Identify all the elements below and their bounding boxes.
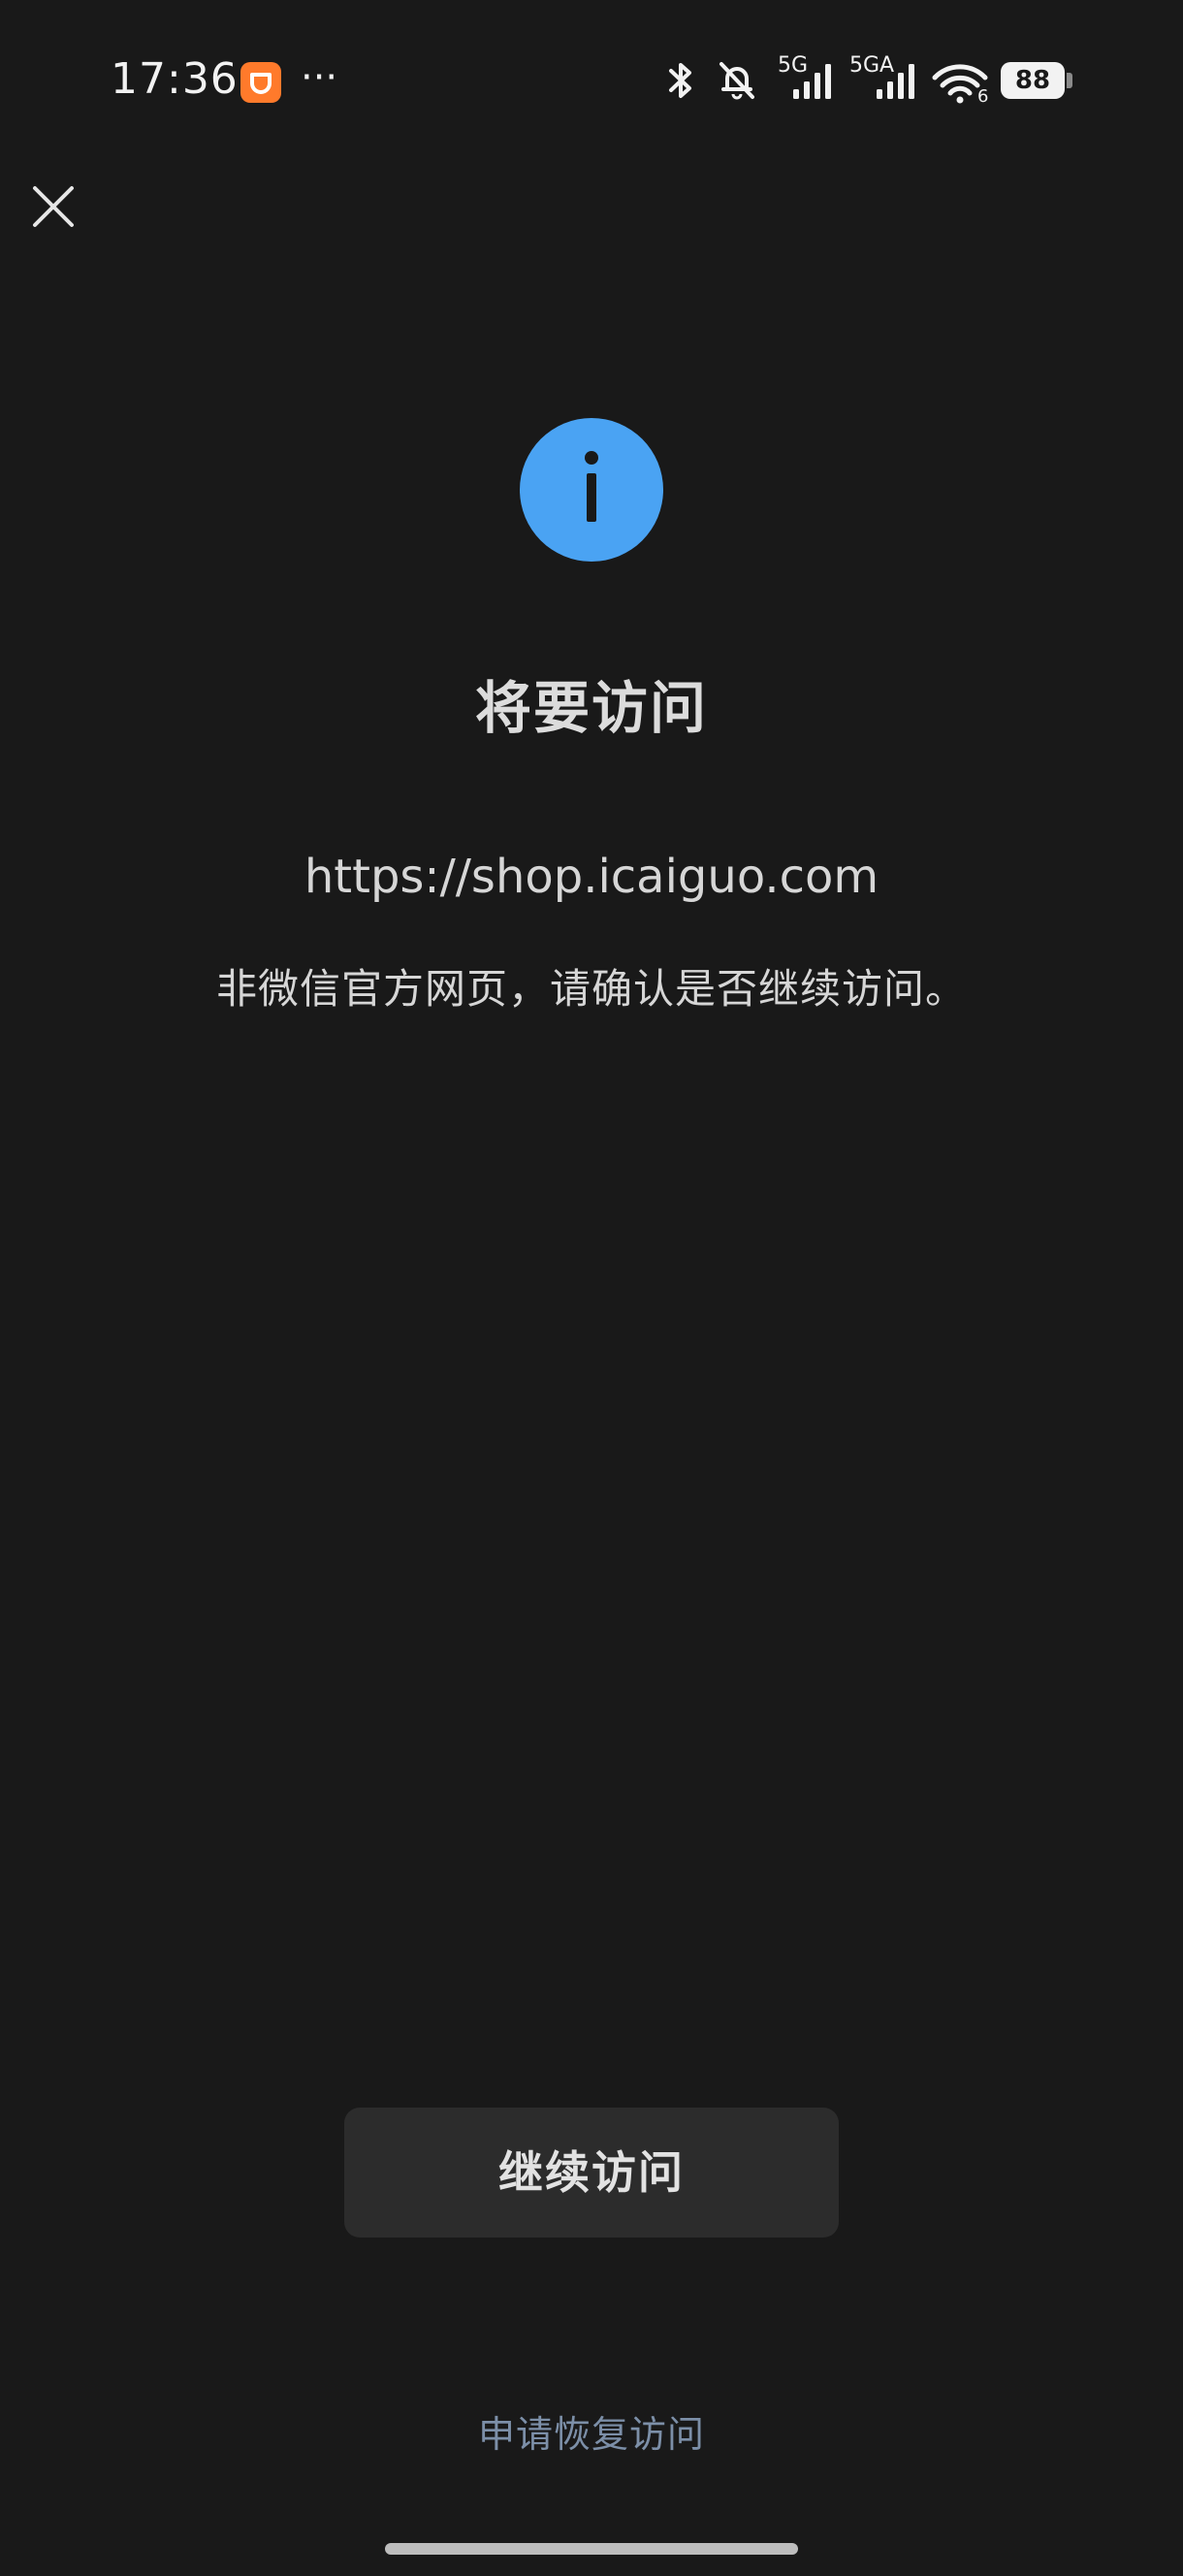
close-icon	[33, 186, 74, 227]
bell-muted-icon	[719, 62, 754, 100]
status-time: 17:36	[111, 54, 239, 104]
close-button[interactable]	[23, 177, 83, 237]
continue-visit-button[interactable]: 继续访问	[344, 2108, 839, 2238]
status-more-icon: ···	[301, 55, 338, 100]
bluetooth-icon	[669, 63, 691, 98]
cellular-signal-icon	[793, 64, 831, 99]
status-bar: 17:36 ··· 5G 5GA 6 88	[0, 0, 1183, 160]
wifi-label: 6	[977, 86, 989, 107]
battery-indicator: 88	[1001, 62, 1065, 99]
target-url: https://shop.icaiguo.com	[304, 850, 879, 904]
request-restore-access-link[interactable]: 申请恢复访问	[0, 2405, 1183, 2463]
battery-cap	[1067, 73, 1072, 88]
info-icon	[520, 418, 663, 562]
app-notification-icon	[240, 62, 281, 103]
home-indicator[interactable]	[385, 2543, 798, 2555]
page-title: 将要访问	[474, 675, 708, 741]
warning-message: 非微信官方网页，请确认是否继续访问。	[215, 965, 967, 1013]
cellular-signal-icon-2	[877, 64, 914, 99]
